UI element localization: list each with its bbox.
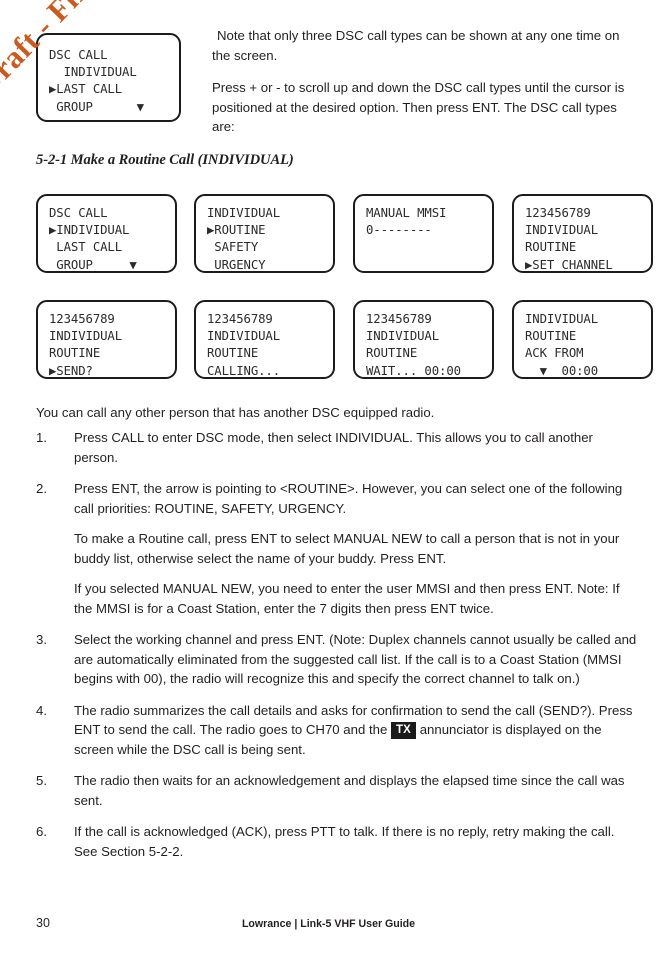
instruction-step: 3. Select the working channel and press E… xyxy=(36,630,640,689)
tx-annunciator-badge: TX xyxy=(390,722,417,739)
lcd-line: ACK FROM xyxy=(525,346,584,361)
lcd-line: ▼ 00:00 xyxy=(525,363,599,378)
intro-press-paragraph: Press + or - to scroll up and down the D… xyxy=(212,80,625,134)
instruction-step: 6. If the call is acknowledged (ACK), pre… xyxy=(36,822,640,861)
lcd-line: INDIVIDUAL xyxy=(366,329,440,344)
lcd-line: 0-------- xyxy=(366,223,432,238)
step-number: 5. xyxy=(36,773,47,788)
lcd-line: INDIVIDUAL xyxy=(207,206,281,220)
lcd-line: SAFETY xyxy=(207,240,259,255)
step-paragraph: To make a Routine call, press ENT to sel… xyxy=(74,531,620,566)
lcd-panel-set-channel-prompt: 123456789 INDIVIDUAL ROUTINE ▶SET CHANNEL xyxy=(512,194,653,273)
lcd-line: 123456789 xyxy=(207,312,273,326)
lcd-line: ROUTINE xyxy=(49,346,101,361)
instruction-step: 4. The radio summarizes the call details … xyxy=(36,701,640,760)
lcd-panel-wait-status: 123456789 INDIVIDUAL ROUTINE WAIT... 00:00 xyxy=(353,300,494,379)
instruction-step: 5. The radio then waits for an acknowledg… xyxy=(36,771,640,810)
step-body: If the call is acknowledged (ACK), press… xyxy=(74,822,640,861)
step-paragraph: The radio then waits for an acknowledgem… xyxy=(74,773,625,808)
intro-note-paragraph: Note that only three DSC call types can … xyxy=(212,28,620,63)
lcd-line: ROUTINE xyxy=(525,240,577,255)
lcd-line: ▶ROUTINE xyxy=(207,223,266,238)
footer-document-title: Lowrance | Link-5 VHF User Guide xyxy=(241,918,416,930)
step-paragraph: If the call is acknowledged (ACK), press… xyxy=(74,824,615,859)
instruction-step: 1. Press CALL to enter DSC mode, then sel… xyxy=(36,428,640,467)
lcd-line: CALLING... xyxy=(207,363,281,378)
lcd-line: 123456789 xyxy=(366,312,432,326)
lcd-line: ROUTINE xyxy=(366,346,418,361)
lcd-line: 123456789 xyxy=(525,206,591,220)
lcd-line: LAST CALL xyxy=(49,240,123,255)
lcd-line: ▶SEND? xyxy=(49,363,93,378)
instruction-step: 2. Press ENT, the arrow is pointing to <R… xyxy=(36,479,640,618)
step-body: The radio then waits for an acknowledgem… xyxy=(74,771,640,810)
lcd-line: INDIVIDUAL xyxy=(49,329,123,344)
step-number: 1. xyxy=(36,430,47,445)
lcd-line: WAIT... 00:00 xyxy=(366,363,461,378)
lcd-line: GROUP ▼ xyxy=(49,257,137,272)
instruction-step-list: 1. Press CALL to enter DSC mode, then sel… xyxy=(36,428,640,873)
lcd-line: URGENCY xyxy=(207,257,266,272)
lcd-line: MANUAL MMSI xyxy=(366,206,447,220)
lcd-line xyxy=(366,239,492,256)
lcd-panel-call-priority-routine: INDIVIDUAL ▶ROUTINE SAFETY URGENCY xyxy=(194,194,335,273)
lcd-line: ROUTINE xyxy=(207,346,259,361)
step-paragraph: Press CALL to enter DSC mode, then selec… xyxy=(74,430,593,465)
step-body: The radio summarizes the call details an… xyxy=(74,701,640,760)
lcd-panel-ack-from-status: INDIVIDUAL ROUTINE ACK FROM ▼ 00:00 xyxy=(512,300,653,379)
lcd-line: ▶INDIVIDUAL xyxy=(49,223,130,238)
step-number: 3. xyxy=(36,632,47,647)
step-body: Press CALL to enter DSC mode, then selec… xyxy=(74,428,640,467)
lcd-line xyxy=(366,257,492,274)
lcd-panel-dsc-call-list-last-call: DSC CALL INDIVIDUAL ▶LAST CALL GROUP ▼ xyxy=(36,33,181,122)
step-paragraph: The radio summarizes the call details an… xyxy=(74,702,633,757)
lcd-panel-dsc-call-list-individual: DSC CALL ▶INDIVIDUAL LAST CALL GROUP ▼ xyxy=(36,194,177,273)
lcd-line: INDIVIDUAL xyxy=(525,223,599,238)
step-paragraph: Press ENT, the arrow is pointing to <ROU… xyxy=(74,481,623,516)
lcd-line: DSC CALL xyxy=(49,48,108,62)
lcd-line: INDIVIDUAL xyxy=(49,65,137,80)
lcd-line: ▶LAST CALL xyxy=(49,82,123,97)
step-number: 4. xyxy=(36,702,47,718)
step-number: 2. xyxy=(36,481,47,496)
section-heading: 5-2-1 Make a Routine Call (INDIVIDUAL) xyxy=(36,152,294,168)
step-paragraph: Select the working channel and press ENT… xyxy=(74,632,637,686)
step-paragraph: If you selected MANUAL NEW, you need to … xyxy=(74,581,620,616)
step-body: Select the working channel and press ENT… xyxy=(74,630,640,689)
lcd-line: 123456789 xyxy=(49,312,115,326)
lcd-panel-send-confirm-prompt: 123456789 INDIVIDUAL ROUTINE ▶SEND? xyxy=(36,300,177,379)
lcd-panel-calling-status: 123456789 INDIVIDUAL ROUTINE CALLING... xyxy=(194,300,335,379)
step-number: 6. xyxy=(36,824,47,839)
lcd-line: INDIVIDUAL xyxy=(207,329,281,344)
step-body: Press ENT, the arrow is pointing to <ROU… xyxy=(74,479,640,618)
lcd-line: INDIVIDUAL xyxy=(525,312,599,326)
lcd-line: DSC CALL xyxy=(49,206,108,220)
lead-paragraph: You can call any other person that has a… xyxy=(36,405,435,420)
lcd-line: ROUTINE xyxy=(525,329,577,344)
lcd-panel-manual-mmsi-entry: MANUAL MMSI 0-------- xyxy=(353,194,494,273)
lcd-line: GROUP ▼ xyxy=(49,99,144,114)
lcd-line: ▶SET CHANNEL xyxy=(525,257,613,272)
